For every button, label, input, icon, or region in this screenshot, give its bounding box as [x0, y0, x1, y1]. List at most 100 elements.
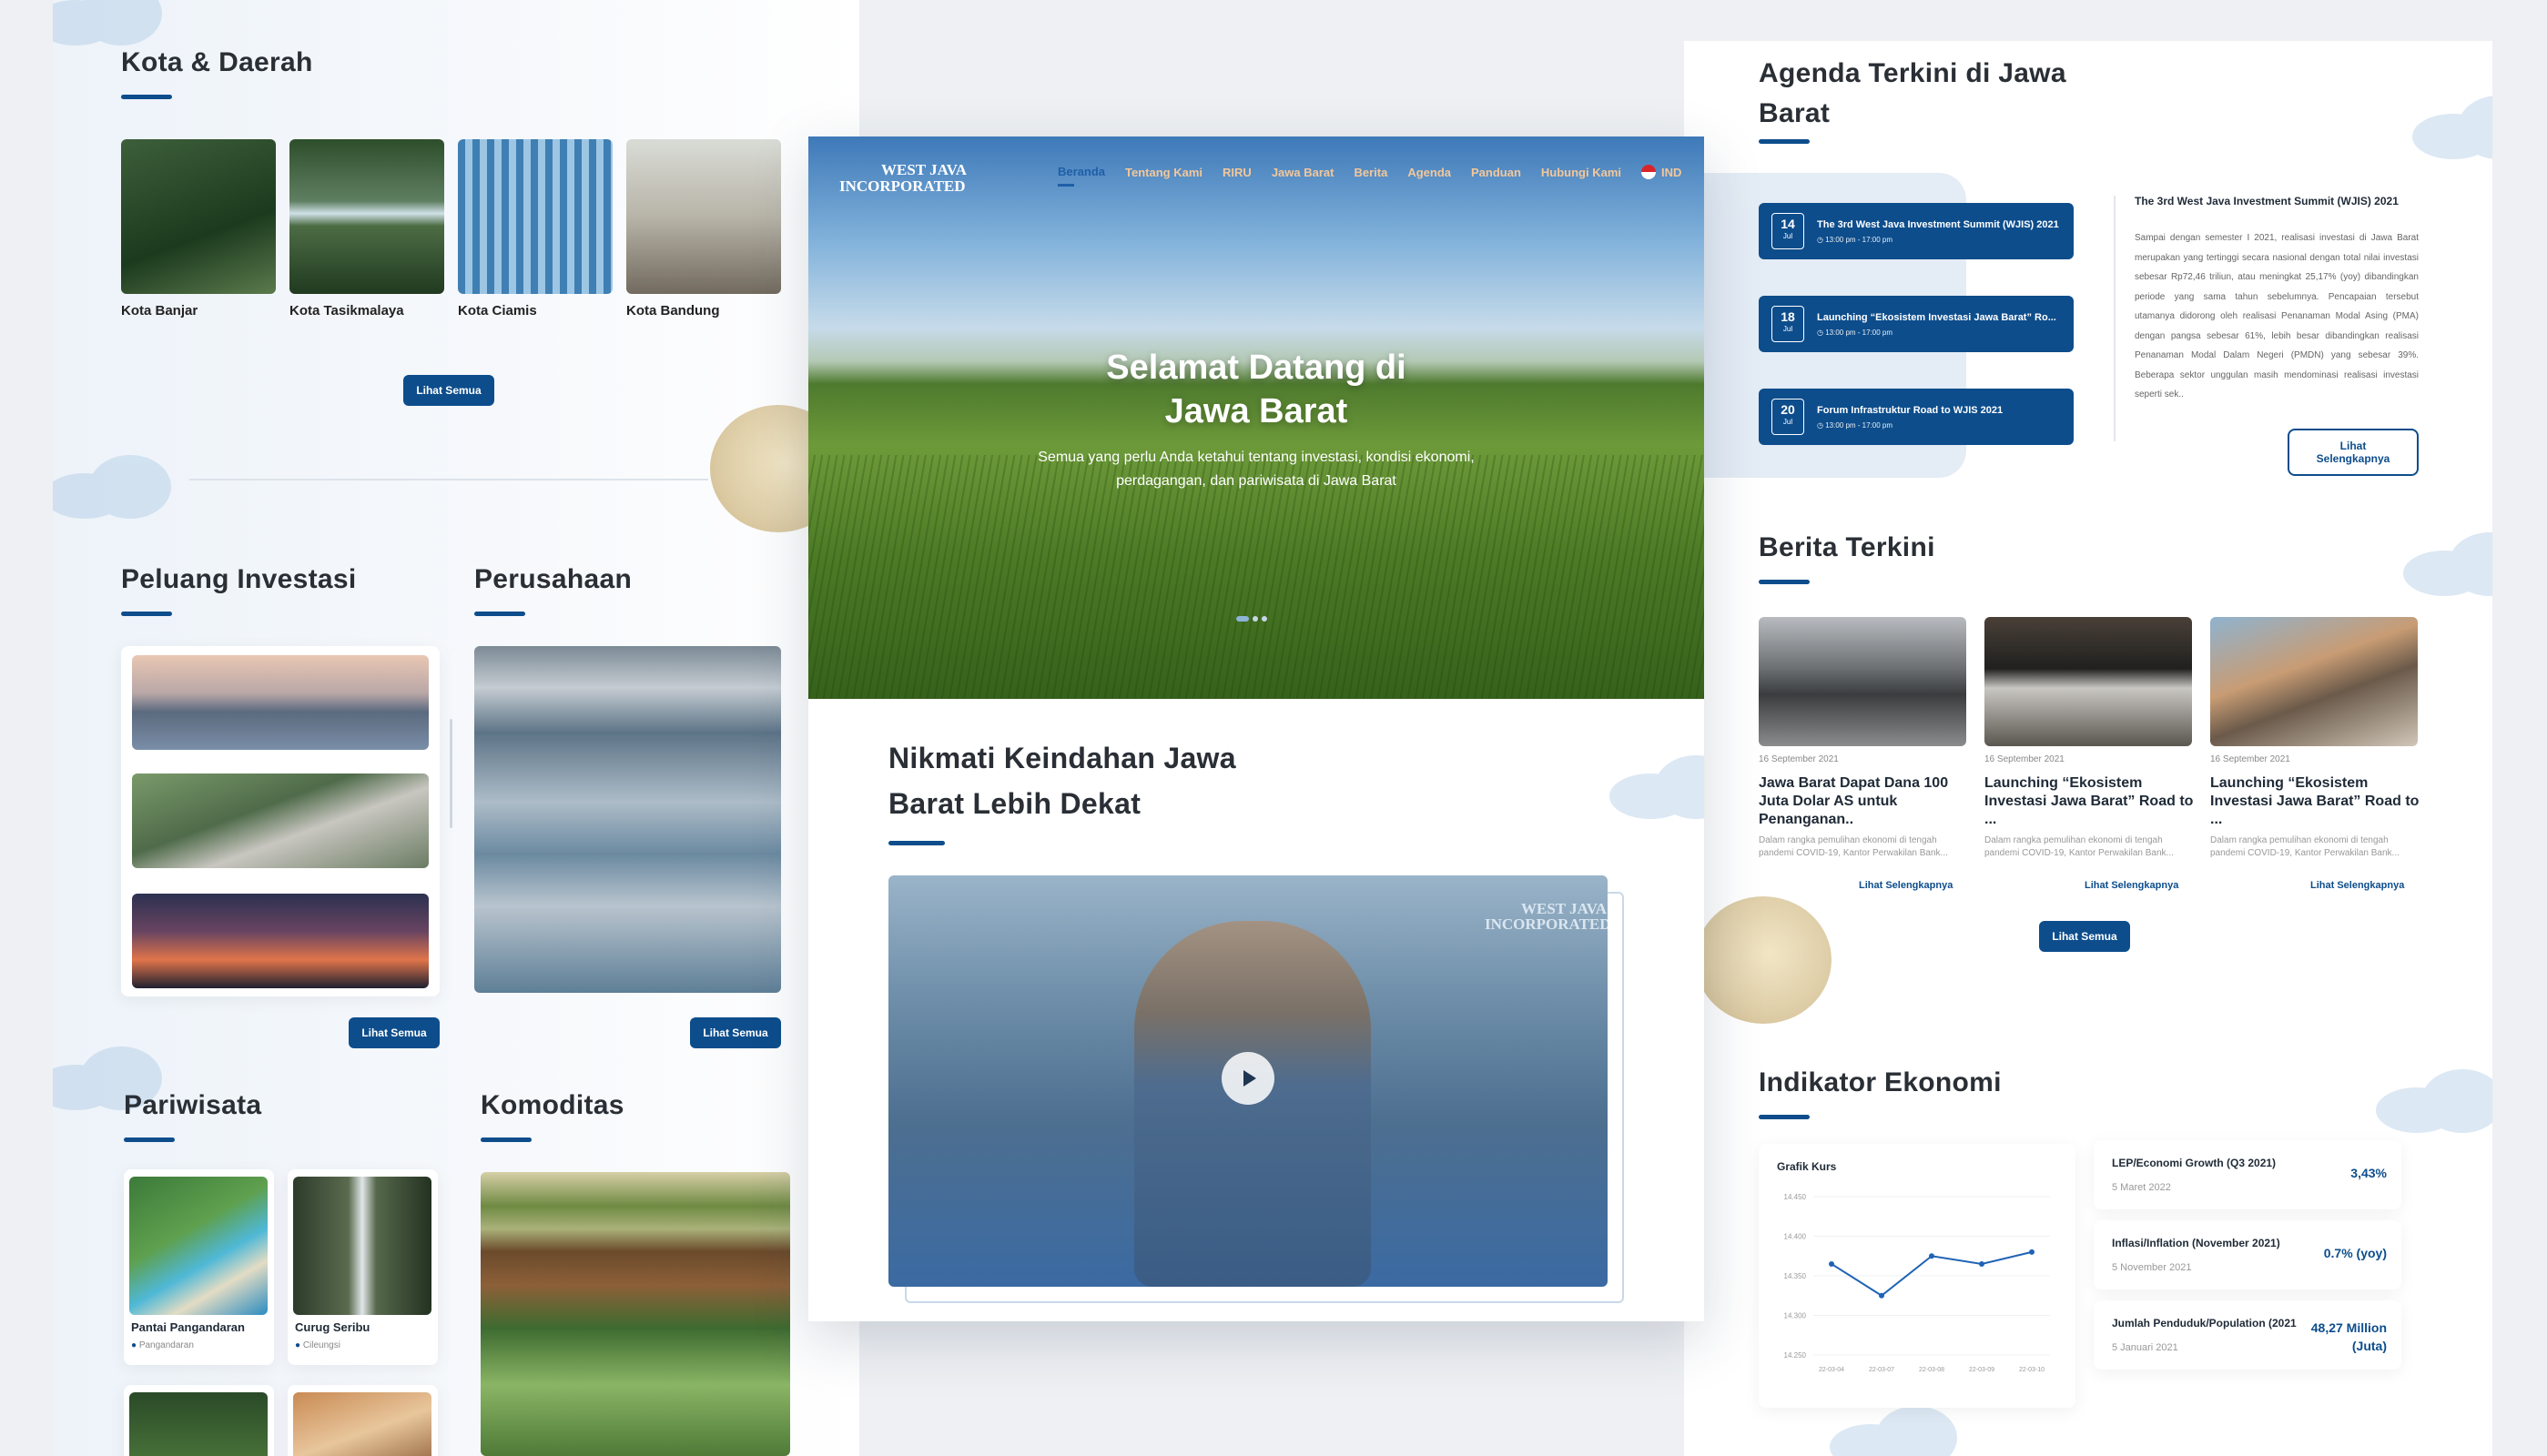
section-title-line: Barat Lebih Dekat — [888, 787, 1142, 820]
hero-title-line: Jawa Barat — [1164, 392, 1348, 430]
title-underline — [121, 95, 172, 99]
agenda-time-text: 13:00 pm - 17:00 pm — [1825, 420, 1893, 430]
batik-cloud-ornament — [53, 455, 171, 528]
hero-subtitle-line: perdagangan, dan pariwisata di Jawa Bara… — [1116, 473, 1396, 489]
nav-item-agenda[interactable]: Agenda — [1407, 166, 1451, 179]
section-divider — [189, 479, 708, 480]
pantai-pangandaran-image — [129, 1177, 268, 1315]
peluang-image[interactable] — [132, 774, 429, 868]
hero-title-line: Selamat Datang di — [1106, 349, 1406, 387]
pariwisata-section-header: Pariwisata — [124, 1090, 261, 1142]
right-panel: Agenda Terkini di Jawa Barat 14 Jul The 3… — [1684, 41, 2492, 1456]
clock-icon: ◷ — [1817, 328, 1823, 337]
komoditas-image[interactable] — [481, 1172, 790, 1456]
indikator-card[interactable]: LEP/Economi Growth (Q3 2021) 5 Maret 202… — [2094, 1140, 2401, 1209]
agenda-day: 18 — [1781, 309, 1795, 324]
indikator-label: LEP/Economi Growth (Q3 2021) — [2112, 1157, 2277, 1169]
peluang-image[interactable] — [132, 894, 429, 988]
kota-caption[interactable]: Kota Banjar — [121, 303, 198, 318]
site-logo[interactable]: WEST JAVA INCORPORATED — [839, 162, 967, 195]
perusahaan-lihat-semua-button[interactable]: Lihat Semua — [690, 1017, 781, 1048]
news-lihat-selengkapnya-link[interactable]: Lihat Selengkapnya — [2310, 880, 2404, 891]
kota-bandung-image[interactable] — [626, 139, 781, 294]
kurs-data-point — [1929, 1253, 1934, 1259]
title-underline — [124, 1138, 175, 1142]
location-text: Pangandaran — [138, 1340, 194, 1350]
agenda-item[interactable]: 14 Jul The 3rd West Java Investment Summi… — [1759, 203, 2074, 259]
y-tick-label: 14.350 — [1784, 1272, 1807, 1280]
carousel-indicator[interactable] — [1236, 616, 1267, 622]
nav-item-beranda[interactable]: Beranda — [1058, 164, 1125, 187]
agenda-item[interactable]: 20 Jul Forum Infrastruktur Road to WJIS 2… — [1759, 389, 2074, 445]
kota-caption[interactable]: Kota Ciamis — [458, 303, 537, 318]
left-panel: Kota & Daerah Kota Banjar Kota Tasikmala… — [53, 0, 859, 1456]
kota-caption[interactable]: Kota Tasikmalaya — [289, 303, 404, 318]
pariwisata-card[interactable] — [288, 1385, 438, 1456]
carousel-dot[interactable] — [1253, 616, 1258, 622]
pariwisata-card[interactable]: Pantai Pangandaran ● Pangandaran — [124, 1169, 274, 1365]
y-tick-label: 14.450 — [1784, 1193, 1807, 1201]
indikator-card[interactable]: Jumlah Penduduk/Population (2021 5 Janua… — [2094, 1300, 2401, 1370]
agenda-text: Launching “Ekosistem Investasi Jawa Bara… — [1817, 312, 2056, 337]
indikator-title: Indikator Ekonomi — [1759, 1067, 2002, 1097]
kota-lihat-semua-button[interactable]: Lihat Semua — [403, 375, 494, 406]
language-selector[interactable]: IND — [1641, 165, 1681, 179]
hero-banner: WEST JAVA INCORPORATED Beranda Tentang K… — [808, 136, 1704, 699]
batik-cloud-ornament — [53, 0, 162, 55]
nav-item-tentang-kami[interactable]: Tentang Kami — [1125, 166, 1202, 179]
indikator-value-line: 48,27 Million — [2310, 1320, 2387, 1335]
kota-banjar-image[interactable] — [121, 139, 276, 294]
kota-caption[interactable]: Kota Bandung — [626, 303, 720, 318]
nav-item-jawa-barat[interactable]: Jawa Barat — [1272, 166, 1334, 179]
peluang-lihat-semua-button[interactable]: Lihat Semua — [349, 1017, 440, 1048]
carousel-dot-active[interactable] — [1236, 616, 1249, 622]
location-text: Cileungsi — [302, 1340, 340, 1350]
nav-item-hubungi-kami[interactable]: Hubungi Kami — [1541, 166, 1621, 179]
news-image[interactable] — [2210, 617, 2418, 746]
nav-item-panduan[interactable]: Panduan — [1471, 166, 1521, 179]
curug-seribu-image — [293, 1177, 431, 1315]
language-label: IND — [1661, 165, 1682, 179]
news-title[interactable]: Launching “Ekosistem Investasi Jawa Bara… — [1984, 774, 2196, 829]
agenda-item-title: The 3rd West Java Investment Summit (WJI… — [1817, 218, 2059, 230]
play-icon — [1243, 1070, 1256, 1087]
video-player[interactable]: WEST JAVA INCORPORATED — [888, 875, 1608, 1287]
peluang-image[interactable] — [132, 655, 429, 750]
perusahaan-title: Perusahaan — [474, 564, 633, 594]
kota-title: Kota & Daerah — [121, 47, 313, 77]
kota-ciamis-image[interactable] — [458, 139, 613, 294]
keindahan-section-header: Nikmati Keindahan Jawa Barat Lebih Dekat — [888, 735, 1236, 845]
hero-subtitle: Semua yang perlu Anda ketahui tentang in… — [808, 446, 1704, 493]
kota-tasikmalaya-image[interactable] — [289, 139, 444, 294]
nav-item-berita[interactable]: Berita — [1354, 166, 1387, 179]
hero-subtitle-line: Semua yang perlu Anda ketahui tentang in… — [1038, 450, 1475, 465]
agenda-item[interactable]: 18 Jul Launching “Ekosistem Investasi Jaw… — [1759, 296, 2074, 352]
perusahaan-image[interactable] — [474, 646, 781, 993]
x-tick-label: 22-03-09 — [1969, 1367, 1994, 1373]
agenda-title-line1: Agenda Terkini di Jawa — [1759, 58, 2066, 88]
news-image[interactable] — [1759, 617, 1966, 746]
watermark-line: INCORPORATED — [1485, 915, 1608, 933]
indikator-card[interactable]: Inflasi/Inflation (November 2021) 5 Nove… — [2094, 1220, 2401, 1289]
play-button[interactable] — [1222, 1052, 1274, 1105]
berita-title: Berita Terkini — [1759, 532, 1935, 562]
agenda-lihat-selengkapnya-button[interactable]: Lihat Selengkapnya — [2288, 429, 2419, 476]
pariwisata-caption: Pantai Pangandaran — [131, 1320, 245, 1334]
kurs-data-point — [1829, 1260, 1834, 1267]
agenda-month: Jul — [1782, 232, 1793, 240]
pariwisata-location: ● Cileungsi — [295, 1340, 340, 1350]
pariwisata-card[interactable] — [124, 1385, 274, 1456]
x-tick-label: 22-03-04 — [1819, 1367, 1844, 1373]
carousel-dot[interactable] — [1262, 616, 1267, 622]
scrollbar[interactable] — [450, 719, 452, 828]
title-underline — [1759, 139, 1810, 144]
news-image[interactable] — [1984, 617, 2192, 746]
news-lihat-selengkapnya-link[interactable]: Lihat Selengkapnya — [2085, 880, 2178, 891]
nav-label: Beranda — [1058, 165, 1106, 178]
news-lihat-selengkapnya-link[interactable]: Lihat Selengkapnya — [1859, 880, 1953, 891]
news-title[interactable]: Launching “Ekosistem Investasi Jawa Bara… — [2210, 774, 2421, 829]
news-title[interactable]: Jawa Barat Dapat Dana 100 Juta Dolar AS … — [1759, 774, 1970, 829]
berita-lihat-semua-button[interactable]: Lihat Semua — [2039, 921, 2130, 952]
nav-item-riru[interactable]: RIRU — [1223, 166, 1252, 179]
pariwisata-card[interactable]: Curug Seribu ● Cileungsi — [288, 1169, 438, 1365]
